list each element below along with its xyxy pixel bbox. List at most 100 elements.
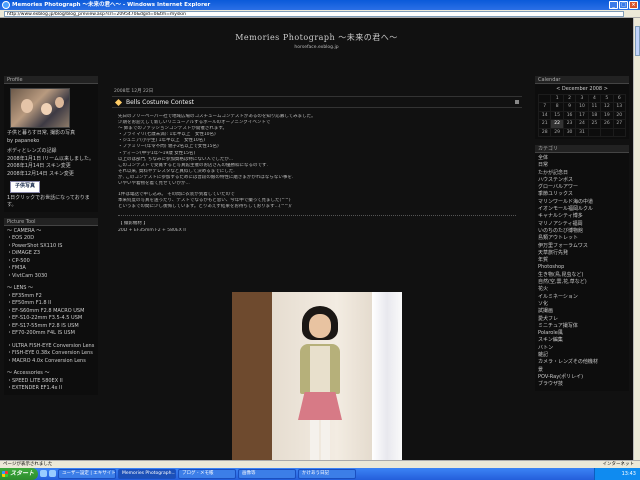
calendar-day[interactable]: 5 <box>600 93 614 103</box>
calendar-day[interactable]: 24 <box>575 119 589 129</box>
clock: 13:43 <box>621 471 636 477</box>
calendar-day[interactable]: 28 <box>537 127 552 137</box>
calendar-day[interactable]: 30 <box>562 127 577 137</box>
profile-box: 子供と暮らす日常, 撮影の写真 by papaneko ボディとレンズの記録 2… <box>4 84 98 212</box>
calendar-day[interactable]: 21 <box>537 119 552 129</box>
profile-author: by papaneko <box>7 137 40 144</box>
square-icon <box>515 100 519 104</box>
calendar-day[interactable]: 4 <box>587 93 602 103</box>
post-photo[interactable] <box>232 292 402 460</box>
minimize-button[interactable]: _ <box>609 1 618 9</box>
calendar-day <box>600 127 614 137</box>
calendar-day[interactable]: 16 <box>562 110 577 120</box>
calendar-day[interactable]: 29 <box>550 127 564 137</box>
calendar-heading: Calendar <box>535 76 629 84</box>
kid-photo-banner[interactable]: 子供写真 <box>10 181 41 193</box>
start-button[interactable]: スタート <box>0 468 38 480</box>
diamond-icon <box>114 98 123 107</box>
category-link[interactable]: Photoshop <box>538 264 626 271</box>
calendar-day[interactable]: 22 <box>550 119 564 129</box>
browser-window: Memories Photograph 〜未来の君へ〜 - Windows In… <box>0 0 640 480</box>
quick-launch <box>40 470 56 477</box>
category-link[interactable]: カメラ・レンズその他機材 <box>538 359 626 366</box>
category-link[interactable]: 季節ユリックス <box>538 191 626 198</box>
calendar-day[interactable]: 13 <box>612 102 627 112</box>
calendar-day <box>612 127 627 137</box>
category-link[interactable]: マリノアシティ福岡 <box>538 221 626 228</box>
category-link[interactable]: イルミネーション <box>538 294 626 301</box>
post-body: 先日のフリーペーパー社で地域広場のコスチュームコンテストがあるのを知り応募してみ… <box>112 108 522 234</box>
category-link[interactable]: 島類アウトレット <box>538 235 626 242</box>
calendar-day[interactable]: 7 <box>537 102 552 112</box>
calendar-day[interactable]: 1 <box>550 93 564 103</box>
category-link[interactable]: キャナルシティ博多 <box>538 213 626 220</box>
calendar-day[interactable]: 17 <box>575 110 589 120</box>
taskbar-task[interactable]: ユーザー設定 | エキサイト... <box>58 469 116 479</box>
calendar-day[interactable]: 2 <box>562 93 577 103</box>
tool-line: ・FISH-EYE 0.38x Conversion Lens <box>7 350 93 356</box>
calendar-day[interactable]: 20 <box>612 110 627 120</box>
category-link[interactable]: スキン編集 <box>538 337 626 344</box>
taskbar-task[interactable]: ブログ - メモ帳 <box>178 469 236 479</box>
category-link[interactable]: ミニチュア撮写体 <box>538 323 626 330</box>
calendar-day[interactable]: 14 <box>537 110 552 120</box>
left-sidebar: Profile 子供と暮らす日常, 撮影の写真 by papaneko ボディと… <box>4 76 98 395</box>
calendar-day[interactable]: 27 <box>612 119 627 129</box>
category-link[interactable]: 生き物(鳥,昆虫など) <box>538 272 626 279</box>
category-list: 全体 日常 たかが記念日 ハウステンボス グローバルアワー 季節ユリックス マリンワールド海… <box>535 153 629 391</box>
desktop-quicklaunch-icon[interactable] <box>49 470 56 477</box>
close-button[interactable]: × <box>629 1 638 9</box>
address-input[interactable]: http://www.exblog.jp/blog/blog_preview.a… <box>4 11 624 17</box>
exif-text: 20D + EF35mm F2 + 580EX II <box>118 227 186 233</box>
category-link[interactable]: 全体 <box>538 155 626 162</box>
calendar-day[interactable]: 6 <box>612 93 627 103</box>
post-title[interactable]: Bells Costume Contest <box>126 99 194 106</box>
category-link[interactable]: 年賀 <box>538 257 626 264</box>
banner-note: 1日クリックでお世話になっております。 <box>7 194 90 209</box>
category-link[interactable]: 花火 <box>538 286 626 293</box>
calendar-day[interactable]: 8 <box>550 102 564 112</box>
category-link[interactable]: バトン <box>538 345 626 352</box>
calendar-day[interactable]: 12 <box>600 102 614 112</box>
calendar-day[interactable]: 19 <box>600 110 614 120</box>
profile-photo <box>10 88 70 128</box>
calendar-day[interactable]: 25 <box>587 119 602 129</box>
category-link[interactable]: 天草旅行先発 <box>538 250 626 257</box>
calendar-day <box>537 93 552 103</box>
category-link[interactable]: 景 <box>538 367 626 374</box>
tool-line: 〜 Accessories 〜 <box>7 370 50 376</box>
category-link[interactable]: ブラウザ技 <box>538 381 626 388</box>
windows-flag-icon <box>2 471 8 477</box>
ie-quicklaunch-icon[interactable] <box>40 470 47 477</box>
category-link[interactable]: たかが記念日 <box>538 170 626 177</box>
post-line: というまでの間に少し後悔しています。とりあえず結果をお待ちしております...(^… <box>118 204 292 210</box>
category-link[interactable]: 試撮画 <box>538 308 626 315</box>
taskbar-task[interactable]: 画像等 <box>238 469 296 479</box>
profile-heading: Profile <box>4 76 98 84</box>
maximize-button[interactable]: □ <box>619 1 628 9</box>
profile-caption: 子供と暮らす日常, 撮影の写真 <box>7 130 76 136</box>
calendar-day[interactable]: 26 <box>600 119 614 129</box>
taskbar-task[interactable]: Memories Photograph... <box>118 469 176 479</box>
tool-line: ・EF-S10-22mm F3.5-4.5 USM <box>7 315 83 321</box>
calendar-day[interactable]: 15 <box>550 110 564 120</box>
category-link[interactable]: 日常 <box>538 162 626 169</box>
calendar-day[interactable]: 9 <box>562 102 577 112</box>
category-link[interactable]: マリンワールド海の中道 <box>538 199 626 206</box>
calendar-day[interactable]: 23 <box>562 119 577 129</box>
taskbar: スタート ユーザー設定 | エキサイト... Memories Photograp… <box>0 468 640 480</box>
calendar-day[interactable]: 31 <box>575 127 589 137</box>
calendar-day[interactable]: 11 <box>587 102 602 112</box>
vertical-scrollbar[interactable] <box>633 18 640 460</box>
tool-line: ・MACRO 4.0x Conversion Lens <box>7 357 86 364</box>
taskbar-task[interactable]: かけあう日記 <box>298 469 356 479</box>
category-link[interactable]: 自然(空,雲,花,草など) <box>538 279 626 286</box>
calendar-day[interactable]: 3 <box>575 93 589 103</box>
calendar-day[interactable]: 18 <box>587 110 602 120</box>
site-title[interactable]: Memories Photograph 〜未来の君へ〜 <box>0 32 633 43</box>
calendar-month[interactable]: < December 2008 > <box>538 86 626 94</box>
category-link[interactable]: 伊万里フォーラムワス <box>538 243 626 250</box>
category-link[interactable]: 愛犬フレ <box>538 316 626 323</box>
tool-line: 〜 LENS 〜 <box>7 285 34 291</box>
calendar-day[interactable]: 10 <box>575 102 589 112</box>
